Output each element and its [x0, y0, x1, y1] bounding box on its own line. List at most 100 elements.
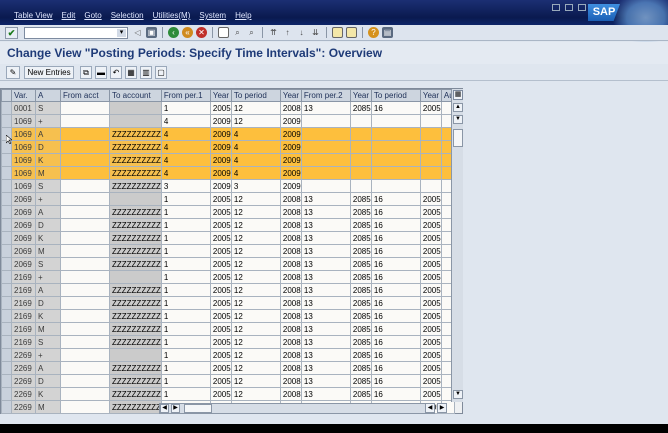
cell-to-period-1[interactable]: 3	[230, 179, 281, 193]
cell-year-3[interactable]: 2085	[349, 101, 372, 115]
scroll-left-icon[interactable]: ◀	[160, 404, 169, 413]
row-selector[interactable]	[1, 400, 12, 414]
table-row[interactable]: 2069 M ZZZZZZZZZZ 1 2005 12 2008 13 2085 16 2005	[1, 244, 455, 258]
cell-year-2[interactable]: 2008	[279, 296, 302, 310]
table-row[interactable]: 2169 +1 2005 12 2008 13 2085 16 2005	[1, 270, 455, 284]
last-page-icon[interactable]: ⇊	[310, 27, 321, 38]
minimize-icon[interactable]	[552, 4, 560, 11]
cell-to-period-1[interactable]: 4	[230, 166, 281, 180]
cell-year-1[interactable]: 2005	[209, 283, 232, 297]
cell-from-period-2[interactable]: 13	[300, 244, 351, 258]
cell-from-account[interactable]	[60, 257, 110, 271]
cell-year-4[interactable]	[419, 114, 442, 128]
cell-year-1[interactable]: 2009	[209, 179, 232, 193]
horizontal-scrollbar[interactable]: ◀ ▶	[159, 403, 435, 414]
cell-year-1[interactable]: 2005	[209, 101, 232, 115]
cell-from-period-1[interactable]: 1	[160, 348, 211, 362]
cell-from-period-1[interactable]: 1	[160, 101, 211, 115]
cell-to-period-2[interactable]: 16	[370, 348, 421, 362]
cell-year-4[interactable]: 2005	[419, 348, 442, 362]
cell-year-2[interactable]: 2008	[279, 387, 302, 401]
cell-to-period-2[interactable]: 16	[370, 192, 421, 206]
cell-from-period-1[interactable]: 1	[160, 309, 211, 323]
scroll-down-icon[interactable]: ▼	[453, 115, 463, 124]
row-selector[interactable]	[1, 244, 12, 258]
table-settings-icon[interactable]: ▦	[453, 90, 463, 100]
table-row[interactable]: 1069 D ZZZZZZZZZZ 4 2009 4 2009	[1, 140, 455, 154]
cell-to-period-2[interactable]	[370, 166, 421, 180]
cell-from-period-2[interactable]	[300, 179, 351, 193]
cell-year-2[interactable]: 2008	[279, 257, 302, 271]
col-header-variant[interactable]: Var.	[11, 89, 36, 102]
cell-year-1[interactable]: 2005	[209, 231, 232, 245]
cell-year-4[interactable]	[419, 179, 442, 193]
col-header-to-period-2[interactable]: To period	[370, 89, 421, 102]
cell-to-period-2[interactable]: 16	[370, 296, 421, 310]
cell-from-period-2[interactable]: 13	[300, 335, 351, 349]
history-back-icon[interactable]: ◁	[132, 27, 143, 38]
cell-year-2[interactable]: 2008	[279, 205, 302, 219]
table-row[interactable]: 0001 S 1 2005 12 2008 13 2085 16 2005	[1, 101, 455, 115]
next-page-icon[interactable]: ↓	[296, 27, 307, 38]
row-selector[interactable]	[1, 361, 12, 375]
table-row[interactable]: 1069 +4 2009 12 2009	[1, 114, 455, 128]
scroll-bottom-icon[interactable]: ▼	[453, 390, 463, 399]
cell-from-period-2[interactable]: 13	[300, 231, 351, 245]
cell-from-account[interactable]	[60, 127, 110, 141]
cell-to-period-1[interactable]: 12	[230, 283, 281, 297]
col-header-from-period-1[interactable]: From per.1	[160, 89, 211, 102]
cell-year-4[interactable]: 2005	[419, 205, 442, 219]
cell-year-3[interactable]	[349, 114, 372, 128]
cell-to-period-1[interactable]: 12	[230, 361, 281, 375]
cell-from-period-2[interactable]: 13	[300, 101, 351, 115]
col-header-account-type[interactable]: A	[35, 89, 61, 102]
cell-to-account[interactable]: ZZZZZZZZZZ	[109, 387, 162, 401]
cell-from-period-1[interactable]: 4	[160, 166, 211, 180]
cell-to-account[interactable]: ZZZZZZZZZZ	[109, 153, 162, 167]
cell-year-4[interactable]: 2005	[419, 244, 442, 258]
cell-year-4[interactable]	[419, 153, 442, 167]
first-page-icon[interactable]: ⇈	[268, 27, 279, 38]
cell-year-4[interactable]: 2005	[419, 374, 442, 388]
cell-year-1[interactable]: 2009	[209, 153, 232, 167]
cell-year-1[interactable]: 2005	[209, 348, 232, 362]
cell-year-1[interactable]: 2005	[209, 309, 232, 323]
cell-from-account[interactable]	[60, 153, 110, 167]
cell-to-period-1[interactable]: 12	[230, 387, 281, 401]
cell-year-1[interactable]: 2009	[209, 127, 232, 141]
cell-to-period-1[interactable]: 12	[230, 101, 281, 115]
cell-to-period-1[interactable]: 12	[230, 322, 281, 336]
cell-to-account[interactable]	[109, 192, 162, 206]
cancel-icon[interactable]: ✕	[196, 27, 207, 38]
cell-year-3[interactable]: 2085	[349, 387, 372, 401]
previous-page-icon[interactable]: ↑	[282, 27, 293, 38]
cell-from-period-2[interactable]: 13	[300, 387, 351, 401]
cell-year-1[interactable]: 2005	[209, 205, 232, 219]
cell-to-account[interactable]: ZZZZZZZZZZ	[109, 179, 162, 193]
cell-to-account[interactable]	[109, 101, 162, 115]
row-selector[interactable]	[1, 205, 12, 219]
cell-from-period-2[interactable]: 13	[300, 257, 351, 271]
cell-to-period-1[interactable]: 12	[230, 114, 281, 128]
cell-from-period-2[interactable]: 13	[300, 374, 351, 388]
menu-table-view[interactable]: Table View	[14, 11, 53, 20]
cell-to-account[interactable]: ZZZZZZZZZZ	[109, 361, 162, 375]
cell-from-period-1[interactable]: 1	[160, 387, 211, 401]
cell-from-account[interactable]	[60, 101, 110, 115]
copy-as-icon[interactable]: ⧉	[80, 66, 92, 79]
cell-year-4[interactable]: 2005	[419, 270, 442, 284]
col-header-year-2[interactable]: Year	[279, 89, 302, 102]
cell-year-3[interactable]: 2085	[349, 257, 372, 271]
cell-from-account[interactable]	[60, 374, 110, 388]
cell-year-4[interactable]: 2005	[419, 387, 442, 401]
cell-to-period-1[interactable]: 12	[230, 348, 281, 362]
cell-to-account[interactable]	[109, 270, 162, 284]
maximize-icon[interactable]	[565, 4, 573, 11]
row-selector[interactable]	[1, 374, 12, 388]
vertical-scroll-thumb[interactable]	[453, 129, 463, 147]
table-row[interactable]: 2269 A ZZZZZZZZZZ 1 2005 12 2008 13 2085 16 2005	[1, 361, 455, 375]
cell-to-period-1[interactable]: 12	[230, 192, 281, 206]
cell-from-account[interactable]	[60, 166, 110, 180]
cell-from-period-1[interactable]: 4	[160, 127, 211, 141]
cell-year-2[interactable]: 2008	[279, 374, 302, 388]
